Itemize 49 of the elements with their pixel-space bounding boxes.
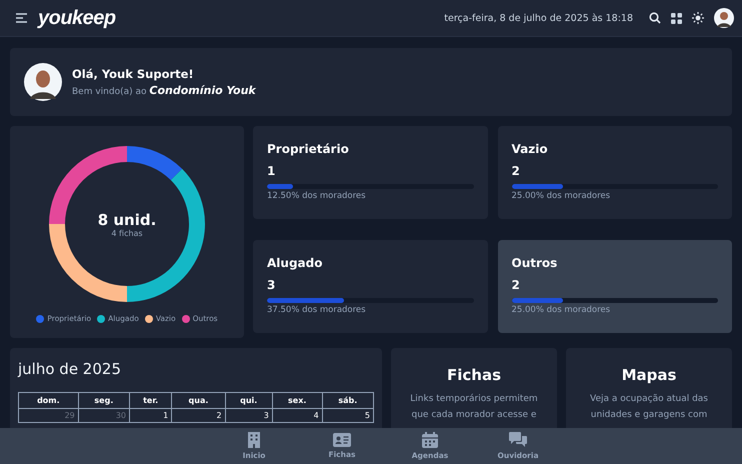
building-icon (247, 432, 261, 448)
fichas-count: 4 fichas (111, 228, 143, 238)
weekday-header: dom. (18, 392, 78, 408)
feature-title: Fichas (446, 366, 502, 384)
greeting: Olá, Youk Suporte! (72, 67, 195, 81)
calendar-day[interactable]: 5 (322, 408, 374, 422)
avatar (24, 63, 62, 101)
calendar-icon (422, 432, 438, 448)
stat-percent: 25.00% dos moradores (512, 191, 612, 201)
calendar-title: julho de 2025 (18, 360, 122, 378)
stat-card[interactable]: Vazio 2 25.00% dos moradores (498, 126, 732, 219)
feature-description: Links temporários permitem que cada morador acesse e (409, 392, 539, 422)
menu-icon[interactable] (16, 13, 28, 23)
stat-percent: 12.50% dos moradores (267, 191, 367, 201)
stat-label: Vazio (512, 142, 549, 156)
logo[interactable]: youkeep (38, 6, 116, 30)
weekday-header: sex. (272, 392, 322, 408)
weekday-header: sáb. (322, 392, 374, 408)
avatar[interactable] (714, 8, 734, 28)
stat-label: Proprietário (267, 142, 350, 156)
calendar-day[interactable]: 2 (172, 408, 226, 422)
date-time: terça-feira, 8 de julho de 2025 às 18:18 (444, 12, 633, 24)
weekday-header: qua. (172, 392, 226, 408)
stat-count: 3 (267, 278, 276, 292)
search-icon[interactable] (649, 12, 661, 24)
stat-card[interactable]: Outros 2 25.00% dos moradores (498, 240, 732, 333)
apps-grid-icon[interactable] (671, 12, 682, 24)
stat-percent: 37.50% dos moradores (267, 305, 367, 315)
feature-title: Mapas (620, 366, 678, 384)
feature-description: Veja a ocupação atual das unidades e garagens com (588, 393, 709, 422)
weekday-header: qui. (225, 392, 272, 408)
stat-label: Outros (512, 256, 558, 270)
stat-card[interactable]: Alugado 3 37.50% dos moradores (253, 240, 488, 333)
total-units: 8 unid. (98, 210, 156, 228)
id-card-icon (333, 433, 351, 447)
chat-bubbles-icon (509, 432, 527, 448)
welcome-subtitle: Bem vindo(a) ao Condomínio Youk (72, 84, 256, 97)
stat-percent: 25.00% dos moradores (512, 305, 612, 315)
weekday-header: ter. (130, 392, 172, 408)
calendar-day[interactable]: 1 (130, 408, 172, 422)
stat-count: 1 (267, 164, 276, 178)
stat-count: 2 (512, 278, 521, 292)
stat-label: Alugado (267, 256, 324, 270)
stat-card[interactable]: Proprietário 1 12.50% dos moradores (253, 126, 488, 219)
stat-count: 2 (512, 164, 521, 178)
weekday-header: seg. (78, 392, 130, 408)
sun-icon[interactable] (692, 12, 704, 24)
calendar-day[interactable]: 3 (225, 408, 272, 422)
calendar-day[interactable]: 4 (272, 408, 322, 422)
